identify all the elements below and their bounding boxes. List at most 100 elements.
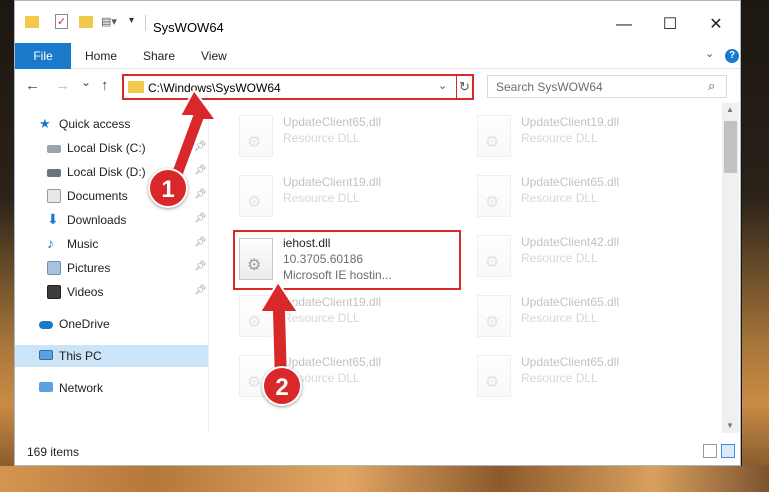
file-tile[interactable]: ⚙ UpdateClient65.dll Resource DLL — [473, 291, 703, 347]
desktop-background-left — [0, 0, 14, 492]
pin-icon[interactable]: 📌︎ — [194, 261, 207, 272]
pictures-icon — [47, 261, 61, 275]
file-tile-iehost[interactable]: ⚙ iehost.dll 10.3705.60186 Microsoft IE … — [233, 230, 461, 290]
onedrive-icon — [39, 321, 53, 329]
file-description: Microsoft IE hostin... — [283, 268, 392, 282]
file-tile[interactable]: ⚙ UpdateClient65.dll Resource DLL — [473, 351, 703, 407]
scrollbar-thumb[interactable] — [724, 121, 737, 173]
file-description: Resource DLL — [283, 191, 360, 205]
up-button[interactable]: ↑ — [101, 77, 109, 94]
file-description: Resource DLL — [521, 311, 598, 325]
properties-check-icon[interactable]: ✓ — [55, 14, 68, 29]
item-count: 169 items — [27, 445, 80, 459]
sidebar-item-pictures[interactable]: Pictures 📌︎ — [15, 257, 208, 279]
vertical-scrollbar[interactable]: ▲ ▼ — [722, 103, 739, 433]
dropdown-arrow-icon[interactable]: ▾ — [129, 15, 134, 33]
large-icons-view-icon[interactable] — [721, 444, 735, 458]
customize-icon[interactable]: ▤▾ — [101, 15, 117, 33]
file-tile[interactable]: ⚙ UpdateClient65.dll Resource DLL — [235, 111, 465, 167]
sidebar-item-music[interactable]: ♪ Music 📌︎ — [15, 233, 208, 255]
sidebar-item-label: Downloads — [67, 213, 127, 227]
annotation-badge-1: 1 — [148, 168, 188, 208]
sidebar-item-label: Quick access — [59, 117, 131, 131]
sidebar-item-label: Music — [67, 237, 99, 251]
search-icon[interactable]: ⌕ — [708, 78, 715, 94]
sidebar-item-videos[interactable]: Videos 📌︎ — [15, 281, 208, 303]
tab-share[interactable]: Share — [143, 43, 175, 69]
search-box[interactable]: Search SysWOW64 ⌕ — [487, 75, 727, 98]
annotation-badge-2: 2 — [262, 366, 302, 406]
file-name: UpdateClient65.dll — [283, 115, 382, 129]
dll-file-icon: ⚙ — [477, 235, 511, 277]
network-icon — [39, 382, 53, 392]
file-name: iehost.dll — [283, 236, 331, 250]
sidebar-item-this-pc[interactable]: This PC — [15, 345, 208, 367]
sidebar-item-network[interactable]: Network — [15, 377, 208, 399]
refresh-button[interactable]: ↻ — [456, 76, 472, 98]
file-tile[interactable]: ⚙ UpdateClient42.dll Resource DLL — [473, 231, 703, 287]
sidebar-item-label: This PC — [59, 349, 102, 363]
help-icon[interactable]: ? — [725, 49, 739, 63]
file-tile[interactable]: ⚙ UpdateClient19.dll Resource DLL — [473, 111, 703, 167]
sidebar-item-label: Pictures — [67, 261, 111, 275]
dll-file-icon: ⚙ — [239, 238, 273, 280]
dll-file-icon: ⚙ — [477, 175, 511, 217]
desktop-background-right — [742, 0, 769, 492]
chevron-down-icon[interactable]: ⌄ — [438, 79, 447, 92]
navigation-bar: ← → ⌄ ↑ C:\Windows\SysWOW64 ⌄ ↻ Search S… — [15, 69, 740, 103]
recent-locations-button[interactable]: ⌄ — [81, 75, 91, 89]
file-description: Resource DLL — [521, 251, 598, 265]
drive-icon — [47, 145, 61, 153]
ribbon-collapse-icon[interactable]: ⌄ — [705, 47, 714, 60]
file-name: UpdateClient19.dll — [521, 115, 620, 129]
sidebar-item-downloads[interactable]: ⬇ Downloads 📌︎ — [15, 209, 208, 231]
minimize-button[interactable]: — — [601, 15, 647, 35]
window-title: SysWOW64 — [153, 20, 224, 35]
forward-button[interactable]: → — [55, 77, 70, 94]
new-folder-icon[interactable] — [79, 16, 93, 28]
pc-icon — [39, 350, 53, 360]
sidebar-item-label: Local Disk (C:) — [67, 141, 146, 155]
details-view-icon[interactable] — [703, 444, 717, 458]
file-tile[interactable]: ⚙ UpdateClient65.dll Resource DLL — [473, 171, 703, 227]
sidebar-item-label: Videos — [67, 285, 104, 299]
file-description: Resource DLL — [521, 131, 598, 145]
drive-icon — [47, 169, 61, 177]
dll-file-icon: ⚙ — [239, 175, 273, 217]
scroll-down-icon[interactable]: ▼ — [726, 421, 734, 430]
desktop-background-bottom — [0, 466, 769, 492]
dll-file-icon: ⚙ — [477, 295, 511, 337]
pin-icon[interactable]: 📌︎ — [194, 213, 207, 224]
dll-file-icon: ⚙ — [239, 115, 273, 157]
pin-icon[interactable]: 📌︎ — [194, 285, 207, 296]
search-input[interactable]: Search SysWOW64 — [496, 80, 603, 94]
maximize-button[interactable]: ☐ — [647, 15, 693, 35]
folder-icon[interactable] — [25, 16, 39, 28]
scroll-up-icon[interactable]: ▲ — [726, 105, 734, 114]
file-name: UpdateClient65.dll — [521, 295, 620, 309]
separator — [145, 15, 146, 31]
dll-file-icon: ⚙ — [477, 355, 511, 397]
tab-view[interactable]: View — [201, 43, 227, 69]
tab-file[interactable]: File — [15, 43, 71, 69]
explorer-window: ✓ ▤▾ ▾ SysWOW64 — ☐ ✕ File Home Share Vi… — [14, 0, 741, 466]
file-description: Resource DLL — [521, 371, 598, 385]
tab-home[interactable]: Home — [85, 43, 117, 69]
file-name: UpdateClient19.dll — [283, 175, 382, 189]
documents-icon — [47, 189, 61, 203]
dll-file-icon: ⚙ — [477, 115, 511, 157]
videos-icon — [47, 285, 61, 299]
back-button[interactable]: ← — [25, 77, 40, 94]
sidebar-item-label: OneDrive — [59, 317, 110, 331]
file-description: Resource DLL — [521, 191, 598, 205]
sidebar-item-label: Network — [59, 381, 104, 395]
ribbon: File Home Share View ⌄ ? — [15, 43, 740, 69]
file-tile[interactable]: ⚙ UpdateClient19.dll Resource DLL — [235, 171, 465, 227]
file-name: UpdateClient42.dll — [521, 235, 620, 249]
title-bar: ✓ ▤▾ ▾ SysWOW64 — ☐ ✕ — [15, 1, 740, 43]
sidebar-item-onedrive[interactable]: OneDrive — [15, 313, 208, 335]
folder-icon — [128, 81, 144, 93]
music-icon: ♪ — [47, 235, 54, 251]
close-button[interactable]: ✕ — [693, 15, 739, 35]
pin-icon[interactable]: 📌︎ — [194, 237, 207, 248]
